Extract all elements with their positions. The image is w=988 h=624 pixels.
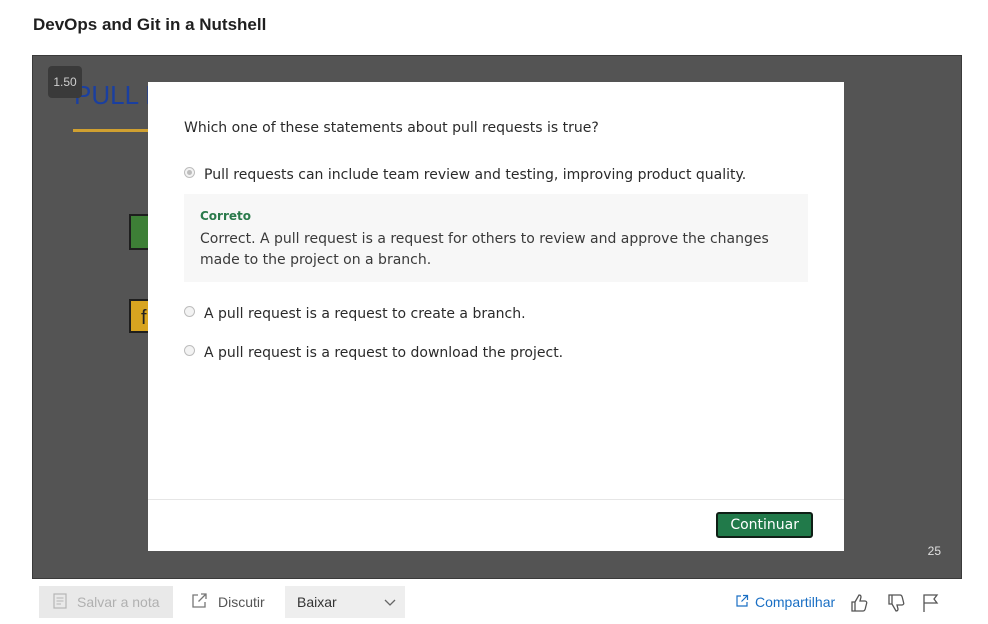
video-player[interactable]: PULL R f 1.50 25 Which one of these stat… [32,55,962,579]
thumbs-up-icon[interactable] [848,592,870,614]
thumbs-down-icon[interactable] [885,592,907,614]
save-note-button[interactable]: Salvar a nota [39,586,173,618]
quiz-option-2[interactable]: A pull request is a request to create a … [184,305,526,322]
radio-unselected[interactable] [184,305,195,317]
share-label: Compartilhar [755,594,836,610]
slide-page-number: 25 [927,544,941,558]
quiz-option-label: Pull requests can include team review an… [204,167,747,183]
save-note-label: Salvar a nota [77,594,160,610]
share-button[interactable]: Compartilhar [735,586,835,618]
lecture-toolbar: Salvar a nota Discutir Baixar Compartilh… [0,582,988,622]
quiz-feedback: Correto Correct. A pull request is a req… [184,194,808,282]
external-link-icon [190,592,208,613]
chevron-down-icon [383,595,397,612]
quiz-question: Which one of these statements about pull… [184,120,599,136]
note-icon [53,592,67,612]
quiz-option-3[interactable]: A pull request is a request to download … [184,344,564,361]
continue-button[interactable]: Continuar [716,512,813,538]
page-title: DevOps and Git in a Nutshell [33,15,267,34]
quiz-option-label: A pull request is a request to create a … [204,306,526,322]
share-icon [735,594,749,611]
discuss-button[interactable]: Discutir [190,586,265,618]
radio-unselected[interactable] [184,344,195,356]
discuss-label: Discutir [218,594,265,610]
radio-selected[interactable] [184,166,195,178]
modal-footer: Continuar [148,499,844,551]
quiz-modal: Which one of these statements about pull… [148,82,844,551]
download-label: Baixar [297,594,337,610]
quiz-option-1[interactable]: Pull requests can include team review an… [184,166,747,183]
feedback-text: Correct. A pull request is a request for… [200,231,769,268]
download-dropdown[interactable]: Baixar [285,586,405,618]
playback-speed-badge[interactable]: 1.50 [48,66,82,98]
feedback-label: Correto [200,209,252,223]
flag-icon[interactable] [920,592,942,614]
quiz-option-label: A pull request is a request to download … [204,345,564,361]
